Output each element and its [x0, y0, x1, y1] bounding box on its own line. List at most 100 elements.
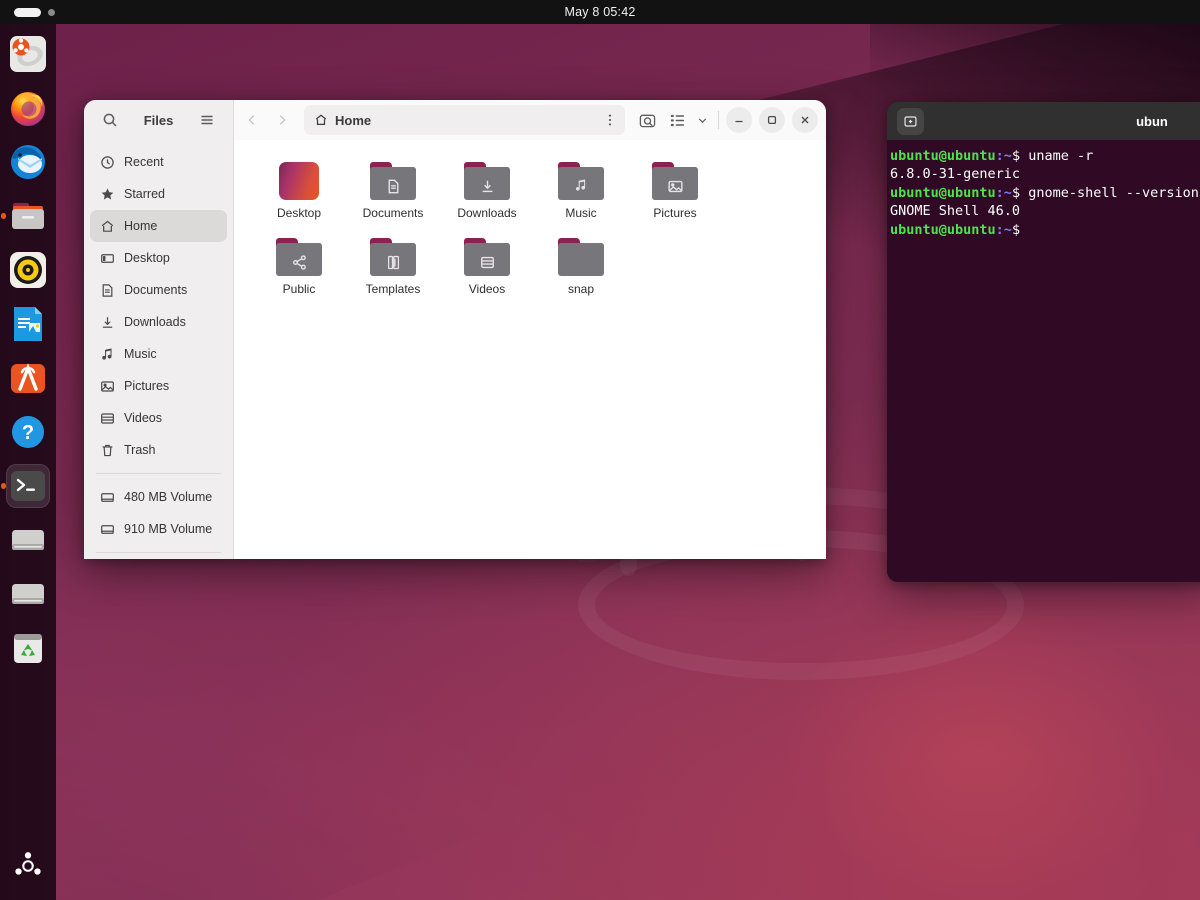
terminal-prompt-path: :~: [995, 148, 1012, 164]
desktop[interactable]: May 8 05:42 ? Files Home Recent Starred …: [0, 0, 1200, 900]
file-item-pictures[interactable]: Pictures: [628, 158, 722, 234]
sidebar-label: Downloads: [124, 315, 186, 329]
dock-item-rhythmbox[interactable]: [6, 248, 50, 292]
music-note-icon: [99, 346, 115, 362]
dock-item-thunderbird[interactable]: [6, 140, 50, 184]
sidebar-item-pictures[interactable]: Pictures: [90, 370, 227, 402]
dock-item-app-center[interactable]: [6, 356, 50, 400]
chevron-down-icon[interactable]: [693, 106, 711, 134]
drive-icon: [12, 530, 44, 550]
sidebar-item-starred[interactable]: Starred: [90, 178, 227, 210]
terminal-output[interactable]: ubuntu@ubuntu:~$ uname -r 6.8.0-31-gener…: [887, 140, 1200, 582]
sidebar-label: Music: [124, 347, 157, 361]
files-sidebar[interactable]: Recent Starred Home Desktop Documents Do…: [84, 140, 234, 559]
dock-item-help[interactable]: ?: [6, 410, 50, 454]
dock-item-files[interactable]: [6, 194, 50, 238]
close-button[interactable]: [792, 107, 818, 133]
dock-items: ?: [6, 24, 50, 670]
terminal-prompt-path: :~: [995, 221, 1012, 238]
terminal-window-title: ubun: [1136, 113, 1168, 129]
terminal-prompt-user: ubuntu@ubuntu: [890, 221, 996, 238]
terminal-output-line: 6.8.0-31-generic: [890, 166, 1021, 183]
sidebar-item-recent[interactable]: Recent: [90, 146, 227, 178]
top-bar[interactable]: May 8 05:42: [0, 0, 1200, 24]
help-icon: ?: [12, 416, 44, 448]
thunderbird-icon: [11, 145, 45, 179]
dock-item-ubuntu-installer[interactable]: [6, 32, 50, 76]
video-icon: [99, 410, 115, 426]
file-item-music[interactable]: Music: [534, 158, 628, 234]
app-center-icon: [11, 363, 45, 393]
terminal-command: uname -r: [1028, 148, 1094, 164]
file-item-templates[interactable]: Templates: [346, 234, 440, 310]
share-icon: [276, 248, 322, 276]
sidebar-item-documents[interactable]: Documents: [90, 274, 227, 306]
sidebar-label: Recent: [124, 155, 164, 169]
file-item-downloads[interactable]: Downloads: [440, 158, 534, 234]
download-icon: [464, 172, 510, 200]
terminal-header-bar: ubun: [887, 102, 1200, 140]
files-grid[interactable]: Desktop Documents Downloads Music Pictur…: [234, 140, 826, 559]
dock-item-libreoffice-writer[interactable]: [6, 302, 50, 346]
dock-item-terminal[interactable]: [6, 464, 50, 508]
sidebar-item-910mb-volume[interactable]: 910 MB Volume: [90, 513, 227, 545]
sidebar-label: Home: [124, 219, 158, 233]
back-button[interactable]: [238, 106, 266, 134]
sidebar-label: 480 MB Volume: [124, 490, 213, 504]
path-bar[interactable]: Home: [304, 105, 625, 135]
sidebar-item-videos[interactable]: Videos: [90, 402, 227, 434]
sidebar-item-trash[interactable]: Trash: [90, 434, 227, 466]
kebab-menu-icon[interactable]: [603, 113, 617, 127]
music-note-icon: [558, 172, 604, 200]
maximize-button[interactable]: [759, 107, 785, 133]
dock[interactable]: ?: [0, 24, 56, 900]
sidebar-item-desktop[interactable]: Desktop: [90, 242, 227, 274]
folder-icon: [464, 238, 510, 276]
sidebar-divider: [96, 473, 221, 474]
sidebar-item-480mb-volume[interactable]: 480 MB Volume: [90, 481, 227, 513]
files-header-bar: Files Home: [84, 100, 826, 140]
file-label: Pictures: [653, 206, 697, 220]
sidebar-item-music[interactable]: Music: [90, 338, 227, 370]
folder-icon: [370, 162, 416, 200]
terminal-prompt-user: ubuntu@ubuntu: [890, 148, 996, 164]
drive-icon: [99, 521, 115, 537]
search-icon[interactable]: [96, 106, 124, 134]
terminal-window[interactable]: ubun ubuntu@ubuntu:~$ uname -r 6.8.0-31-…: [887, 102, 1200, 582]
sidebar-item-downloads[interactable]: Downloads: [90, 306, 227, 338]
terminal-prompt-path: :~: [995, 184, 1012, 201]
list-view-icon[interactable]: [663, 106, 691, 134]
terminal-prompt-user: ubuntu@ubuntu: [890, 184, 996, 201]
clock[interactable]: May 8 05:42: [0, 5, 1200, 19]
dock-item-volume-480mb[interactable]: [6, 518, 50, 562]
file-label: Templates: [365, 282, 421, 296]
terminal-output-line: GNOME Shell 46.0: [890, 203, 1021, 220]
file-item-snap[interactable]: snap: [534, 234, 628, 310]
file-item-desktop[interactable]: Desktop: [252, 158, 346, 234]
file-label: Documents: [362, 206, 424, 220]
trash-icon: [14, 634, 42, 663]
files-body: Recent Starred Home Desktop Documents Do…: [84, 140, 826, 559]
sidebar-item-home[interactable]: Home: [90, 210, 227, 242]
search-location-icon[interactable]: [633, 106, 661, 134]
image-icon: [99, 378, 115, 394]
sidebar-label: Starred: [124, 187, 165, 201]
file-item-videos[interactable]: Videos: [440, 234, 534, 310]
forward-button[interactable]: [268, 106, 296, 134]
minimize-button[interactable]: [726, 107, 752, 133]
dock-item-trash[interactable]: [6, 626, 50, 670]
terminal-command: gnome-shell --version: [1028, 184, 1199, 201]
file-item-public[interactable]: Public: [252, 234, 346, 310]
desktop-icon: [99, 250, 115, 266]
folder-icon: [558, 162, 604, 200]
dock-item-volume-910mb[interactable]: [6, 572, 50, 616]
show-applications-button[interactable]: [13, 851, 43, 900]
file-item-documents[interactable]: Documents: [346, 158, 440, 234]
drive-icon: [12, 584, 44, 604]
terminal-prompt-symbol: $: [1011, 184, 1029, 201]
desktop-folder-icon: [279, 162, 319, 200]
files-window[interactable]: Files Home Recent Starred Home Desktop D…: [84, 100, 826, 559]
dock-item-firefox[interactable]: [6, 86, 50, 130]
trash-icon: [99, 442, 115, 458]
hamburger-menu-icon[interactable]: [193, 106, 221, 134]
